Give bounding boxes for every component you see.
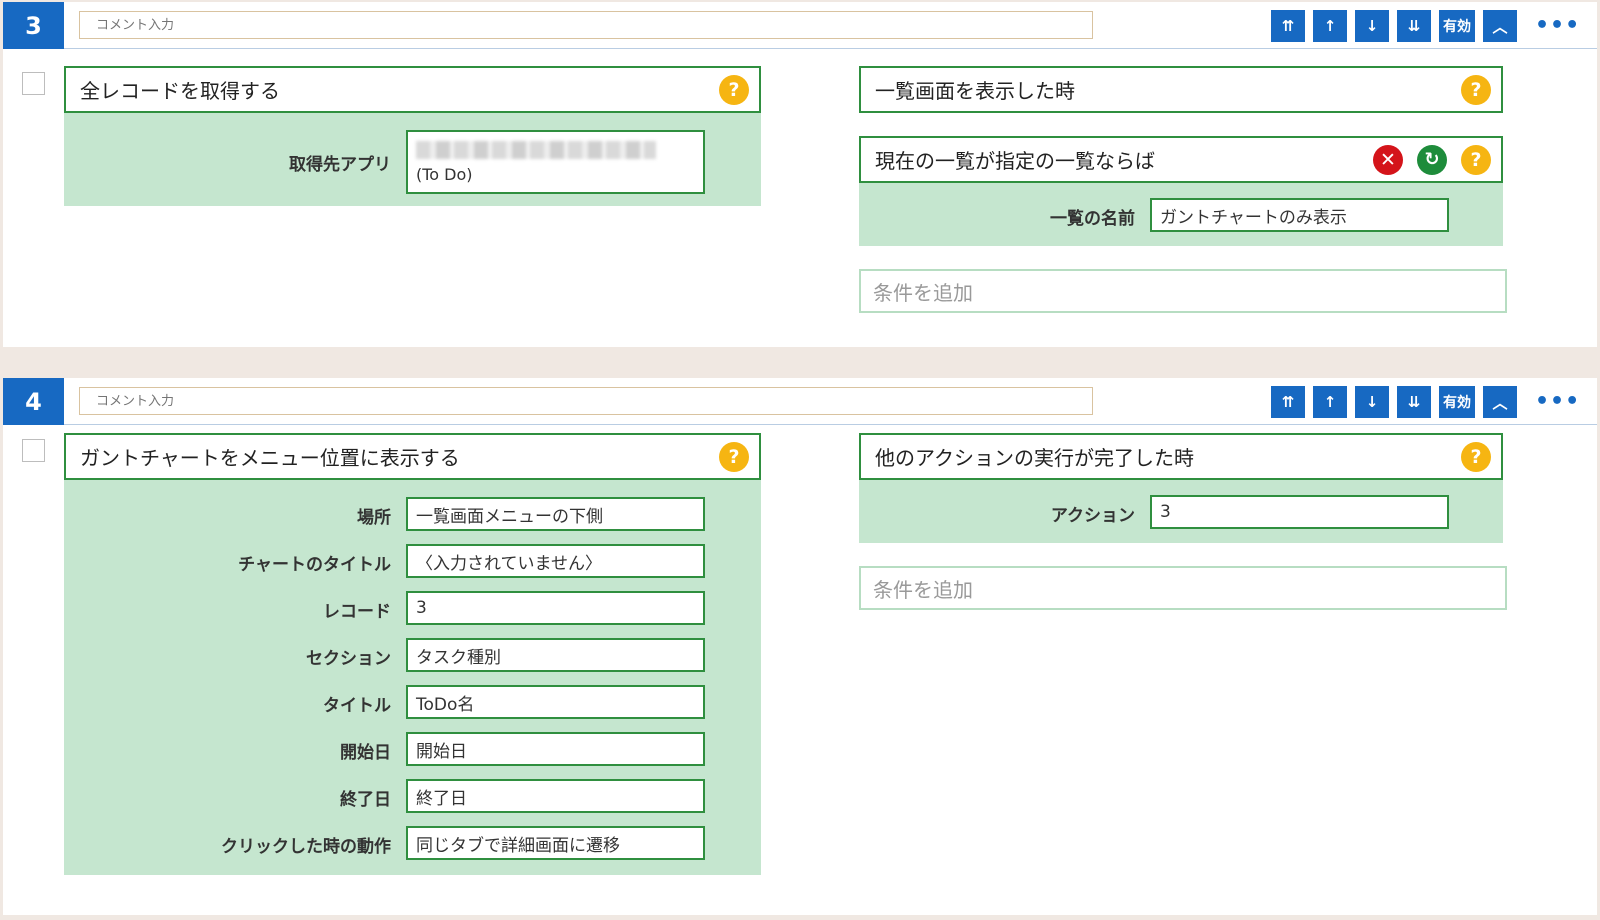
move-down-icon[interactable]: ↓ [1355, 386, 1389, 418]
step-number: 4 [3, 378, 64, 425]
help-icon[interactable]: ? [1461, 441, 1491, 472]
field-label: セクション [306, 649, 391, 669]
field-label: タイトル [323, 696, 391, 716]
move-to-top-icon[interactable]: ⇈ [1271, 10, 1305, 42]
step-block-4: 4 ⇈ ↑ ↓ ⇊ 有効 ︿ ••• ガントチャートをメニュー位置に表示する ?… [3, 378, 1597, 915]
click-behavior-field[interactable]: 同じタブで詳細画面に遷移 [406, 826, 705, 860]
step-toolbar: ⇈ ↑ ↓ ⇊ 有効 ︿ ••• [1271, 386, 1580, 418]
action-number-field[interactable]: 3 [1150, 495, 1449, 529]
step-header: 3 ⇈ ↑ ↓ ⇊ 有効 ︿ ••• [3, 2, 1597, 49]
step-select-checkbox[interactable] [22, 439, 45, 462]
field-row: 取得先アプリ (To Do) [64, 130, 761, 194]
help-icon[interactable]: ? [719, 74, 749, 105]
move-to-bottom-icon[interactable]: ⇊ [1397, 10, 1431, 42]
delete-icon[interactable]: ✕ [1373, 144, 1403, 175]
field-row: 場所 一覧画面メニューの下側 [64, 497, 761, 531]
end-date-field[interactable]: 終了日 [406, 779, 705, 813]
condition-card: 現在の一覧が指定の一覧ならば ✕ ↻ ? 一覧の名前 ガントチャートのみ表示 [859, 136, 1503, 246]
section-field[interactable]: タスク種別 [406, 638, 705, 672]
enable-toggle-button[interactable]: 有効 [1439, 10, 1475, 42]
move-down-icon[interactable]: ↓ [1355, 10, 1389, 42]
field-label: 終了日 [340, 790, 391, 810]
field-label: 取得先アプリ [289, 155, 391, 175]
add-condition-button[interactable]: 条件を追加 [859, 566, 1507, 610]
condition-card: 他のアクションの実行が完了した時 ? アクション 3 [859, 433, 1503, 543]
action-title-bar[interactable]: 全レコードを取得する ? [64, 66, 761, 113]
record-field[interactable]: 3 [406, 591, 705, 625]
condition-title: 他のアクションの実行が完了した時 [875, 446, 1194, 470]
field-value-sub: (To Do) [416, 164, 473, 184]
step-select-checkbox[interactable] [22, 72, 45, 95]
help-icon[interactable]: ? [1461, 144, 1491, 175]
field-label: 一覧の名前 [1050, 209, 1135, 229]
source-app-field[interactable]: (To Do) [406, 130, 705, 194]
field-row: チャートのタイトル 〈入力されていません〉 [64, 544, 761, 578]
move-up-icon[interactable]: ↑ [1313, 386, 1347, 418]
redacted-app-name [416, 140, 656, 159]
field-label: 場所 [357, 508, 391, 528]
start-date-field[interactable]: 開始日 [406, 732, 705, 766]
more-horizontal-icon[interactable]: ••• [1535, 386, 1580, 418]
condition-title-bar[interactable]: 現在の一覧が指定の一覧ならば ✕ ↻ ? [859, 136, 1503, 183]
chevron-up-icon[interactable]: ︿ [1483, 386, 1517, 418]
move-to-top-icon[interactable]: ⇈ [1271, 386, 1305, 418]
enable-toggle-button[interactable]: 有効 [1439, 386, 1475, 418]
condition-title: 一覧画面を表示した時 [875, 79, 1075, 103]
chevron-up-icon[interactable]: ︿ [1483, 10, 1517, 42]
move-to-bottom-icon[interactable]: ⇊ [1397, 386, 1431, 418]
field-row: クリックした時の動作 同じタブで詳細画面に遷移 [64, 826, 761, 860]
action-card: ガントチャートをメニュー位置に表示する ? 場所 一覧画面メニューの下側 チャー… [64, 433, 761, 875]
field-row: 開始日 開始日 [64, 732, 761, 766]
step-number: 3 [3, 2, 64, 49]
help-icon[interactable]: ? [719, 441, 749, 472]
action-title-bar[interactable]: ガントチャートをメニュー位置に表示する ? [64, 433, 761, 480]
comment-input[interactable] [79, 11, 1093, 39]
condition-card: 一覧画面を表示した時 ? [859, 66, 1503, 113]
field-row: セクション タスク種別 [64, 638, 761, 672]
condition-title-bar[interactable]: 一覧画面を表示した時 ? [859, 66, 1503, 113]
field-label: チャートのタイトル [238, 555, 391, 575]
field-row: タイトル ToDo名 [64, 685, 761, 719]
action-title: ガントチャートをメニュー位置に表示する [80, 446, 460, 470]
move-up-icon[interactable]: ↑ [1313, 10, 1347, 42]
action-title: 全レコードを取得する [80, 79, 280, 103]
field-row: 終了日 終了日 [64, 779, 761, 813]
comment-input[interactable] [79, 387, 1093, 415]
step-block-3: 3 ⇈ ↑ ↓ ⇊ 有効 ︿ ••• 全レコードを取得する ? 取得先アプリ (… [3, 2, 1597, 347]
list-name-field[interactable]: ガントチャートのみ表示 [1150, 198, 1449, 232]
field-row: アクション 3 [859, 495, 1503, 529]
field-label: レコード [323, 602, 391, 622]
field-row: 一覧の名前 ガントチャートのみ表示 [859, 198, 1503, 232]
field-label: クリックした時の動作 [221, 837, 391, 857]
step-header: 4 ⇈ ↑ ↓ ⇊ 有効 ︿ ••• [3, 378, 1597, 425]
condition-title-bar[interactable]: 他のアクションの実行が完了した時 ? [859, 433, 1503, 480]
step-toolbar: ⇈ ↑ ↓ ⇊ 有効 ︿ ••• [1271, 10, 1580, 42]
help-icon[interactable]: ? [1461, 74, 1491, 105]
field-label: アクション [1050, 506, 1135, 526]
chart-title-field[interactable]: 〈入力されていません〉 [406, 544, 705, 578]
refresh-icon[interactable]: ↻ [1417, 144, 1447, 175]
add-condition-button[interactable]: 条件を追加 [859, 269, 1507, 313]
field-row: レコード 3 [64, 591, 761, 625]
title-field[interactable]: ToDo名 [406, 685, 705, 719]
action-card: 全レコードを取得する ? 取得先アプリ (To Do) [64, 66, 761, 206]
more-horizontal-icon[interactable]: ••• [1535, 10, 1580, 42]
field-label: 開始日 [340, 743, 391, 763]
condition-title: 現在の一覧が指定の一覧ならば [875, 149, 1155, 173]
location-field[interactable]: 一覧画面メニューの下側 [406, 497, 705, 531]
